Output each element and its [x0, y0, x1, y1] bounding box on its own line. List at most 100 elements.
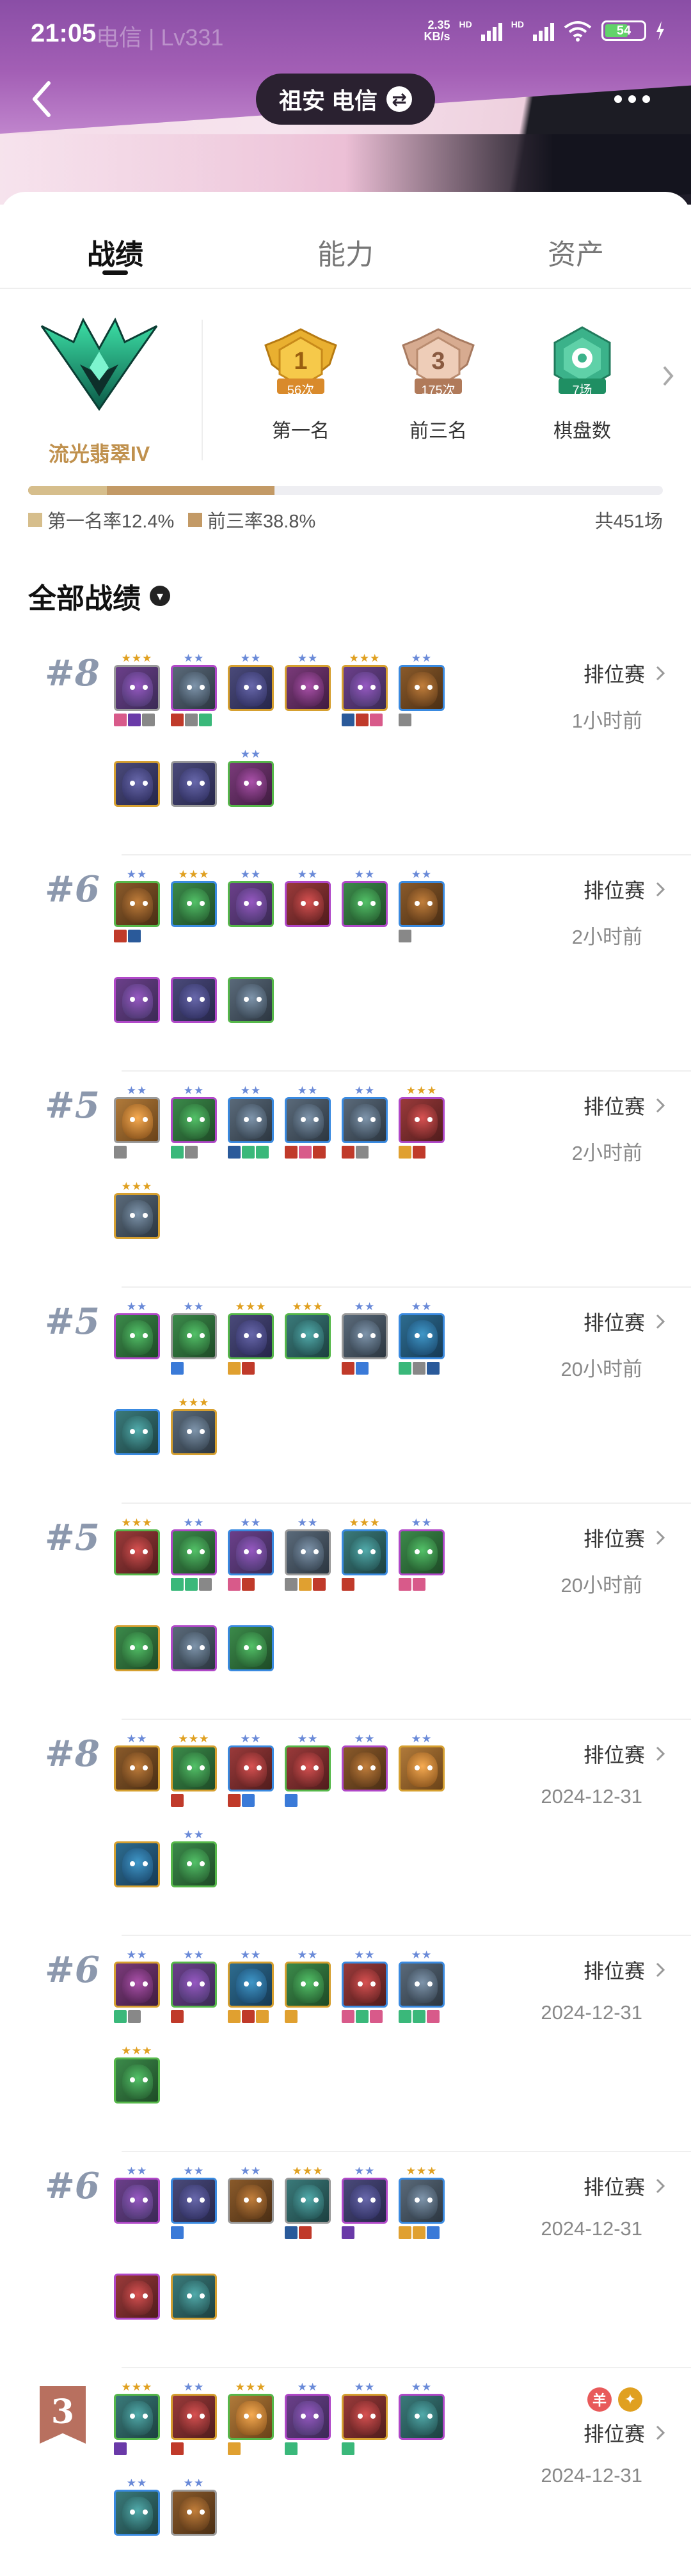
- champion-unit[interactable]: ★★: [285, 652, 331, 726]
- champion-unit[interactable]: ★★: [171, 1300, 217, 1375]
- champion-unit[interactable]: ★★: [114, 2165, 160, 2239]
- match-mode-label: 排位赛: [583, 2176, 645, 2199]
- champion-unit[interactable]: ★★★: [399, 2165, 445, 2239]
- back-icon[interactable]: [26, 77, 61, 121]
- champion-unit[interactable]: [171, 964, 217, 1038]
- champion-unit[interactable]: ★★: [114, 1733, 160, 1807]
- tab-assets[interactable]: 资产: [461, 217, 691, 281]
- match-row[interactable]: 3 ★★★ ★★ ★★★ ★★ ★★ ★★ ★★ ★★ 羊 ✦ 排位赛 2024…: [0, 2368, 691, 2576]
- champion-unit[interactable]: ★★: [285, 1084, 331, 1159]
- champion-unit[interactable]: ★★: [114, 2477, 160, 2551]
- champion-unit[interactable]: ★★: [399, 652, 445, 726]
- champion-unit[interactable]: ★★: [114, 1084, 160, 1159]
- champion-portrait: [171, 1962, 217, 2008]
- champion-unit[interactable]: ★★★: [114, 652, 160, 726]
- champion-unit[interactable]: ★★: [171, 1829, 217, 1903]
- champion-unit[interactable]: ★★: [399, 868, 445, 942]
- champion-unit[interactable]: ★★: [114, 1300, 160, 1375]
- champion-unit[interactable]: ★★: [171, 1949, 217, 2023]
- server-switch-button[interactable]: 祖安 电信 ⇄: [256, 74, 435, 125]
- champion-unit[interactable]: ★★: [228, 1949, 274, 2023]
- champion-unit[interactable]: ★★: [285, 868, 331, 942]
- champion-unit[interactable]: ★★: [342, 1733, 388, 1807]
- item-icons: [228, 1674, 274, 1687]
- match-row[interactable]: #6 ★★ ★★ ★★: [0, 2152, 691, 2368]
- all-records-filter[interactable]: 全部战绩 ▾: [28, 575, 170, 616]
- champion-unit[interactable]: ★★: [228, 1517, 274, 1591]
- champion-unit[interactable]: ★★★: [114, 2381, 160, 2455]
- champion-unit[interactable]: ★★★: [171, 1733, 217, 1807]
- star-level-icon: ★★★: [235, 2381, 267, 2393]
- champion-unit[interactable]: ★★★: [171, 1396, 217, 1471]
- champion-unit[interactable]: [114, 1396, 160, 1471]
- champion-unit[interactable]: ★★: [285, 2381, 331, 2455]
- champion-unit[interactable]: ★★★: [114, 1180, 160, 1254]
- match-time: 2024-12-31: [541, 2217, 642, 2240]
- champion-unit[interactable]: ★★: [399, 1949, 445, 2023]
- match-row[interactable]: #8 ★★ ★★★ ★★ ★★ ★★ ★★ ★★ 排位赛 2024-12-31: [0, 1720, 691, 1936]
- champion-unit[interactable]: ★★★: [114, 2045, 160, 2119]
- champion-unit[interactable]: ★★: [342, 1949, 388, 2023]
- stat-first-place[interactable]: 1 56次 第一名: [240, 320, 361, 443]
- champion-unit[interactable]: [171, 1612, 217, 1687]
- champion-unit[interactable]: ★★★: [342, 652, 388, 726]
- champion-unit[interactable]: ★★: [285, 1733, 331, 1807]
- match-row[interactable]: #5 ★★ ★★ ★★★ ★★★ ★★ ★★ ★★★ 排位赛 20小时前: [0, 1288, 691, 1504]
- champion-unit[interactable]: ★★: [285, 1517, 331, 1591]
- champion-unit[interactable]: ★★: [399, 1517, 445, 1591]
- champion-unit[interactable]: ★★: [114, 1949, 160, 2023]
- champion-unit[interactable]: ★★: [171, 2165, 217, 2239]
- champion-unit[interactable]: ★★: [171, 652, 217, 726]
- champion-unit[interactable]: ★★: [228, 1733, 274, 1807]
- champion-unit[interactable]: ★★: [399, 1300, 445, 1375]
- champion-unit[interactable]: [114, 964, 160, 1038]
- champion-unit[interactable]: ★★★: [114, 1517, 160, 1591]
- champion-unit[interactable]: [228, 1612, 274, 1687]
- tab-record[interactable]: 战绩: [0, 217, 230, 281]
- champion-unit[interactable]: ★★: [171, 1084, 217, 1159]
- champion-unit[interactable]: ★★: [228, 652, 274, 726]
- champion-unit[interactable]: ★★: [228, 2165, 274, 2239]
- match-mode: 排位赛: [541, 1955, 665, 1985]
- match-row[interactable]: #5 ★★ ★★ ★★ ★★ ★★ ★★★ ★★★ 排位赛 2小时前: [0, 1072, 691, 1288]
- match-row[interactable]: #6 ★★ ★★ ★★: [0, 1936, 691, 2152]
- champion-unit[interactable]: ★★: [114, 868, 160, 942]
- champion-unit[interactable]: [114, 748, 160, 822]
- champion-unit[interactable]: ★★: [342, 2165, 388, 2239]
- champion-unit[interactable]: ★★★: [285, 2165, 331, 2239]
- tab-ability[interactable]: 能力: [230, 217, 461, 281]
- champion-unit[interactable]: ★★: [228, 1084, 274, 1159]
- champion-unit[interactable]: ★★: [342, 868, 388, 942]
- match-row[interactable]: #6 ★★ ★★★ ★★ ★★ ★★ ★★ 排位赛 2小时前: [0, 855, 691, 1072]
- champion-unit[interactable]: ★★: [399, 2381, 445, 2455]
- match-row[interactable]: #5 ★★★ ★★ ★★ ★★ ★★★ ★★ 排位赛 20小时前: [0, 1504, 691, 1720]
- match-row[interactable]: #8 ★★★ ★★ ★★ ★★ ★★★ ★★ ★★ 排位赛 1小时前: [0, 639, 691, 855]
- champion-unit[interactable]: [114, 1612, 160, 1687]
- chevron-right-icon[interactable]: [660, 363, 676, 389]
- champion-unit[interactable]: ★★★: [342, 1517, 388, 1591]
- champion-unit[interactable]: ★★: [342, 2381, 388, 2455]
- champion-unit[interactable]: [171, 2261, 217, 2335]
- champion-unit[interactable]: ★★: [399, 1733, 445, 1807]
- champion-unit[interactable]: ★★: [228, 868, 274, 942]
- champion-portrait: [171, 2274, 217, 2320]
- more-menu-icon[interactable]: [614, 83, 659, 115]
- champion-unit[interactable]: ★★: [171, 2477, 217, 2551]
- champion-unit[interactable]: [171, 748, 217, 822]
- champion-unit[interactable]: ★★: [285, 1949, 331, 2023]
- champion-unit[interactable]: ★★★: [171, 868, 217, 942]
- champion-unit[interactable]: ★★: [171, 2381, 217, 2455]
- champion-unit[interactable]: ★★: [228, 748, 274, 822]
- champion-unit[interactable]: [114, 2261, 160, 2335]
- champion-unit[interactable]: [228, 964, 274, 1038]
- stat-boards[interactable]: 7场 棋盘数: [521, 320, 643, 443]
- champion-unit[interactable]: ★★★: [228, 1300, 274, 1375]
- champion-unit[interactable]: ★★: [171, 1517, 217, 1591]
- champion-unit[interactable]: ★★★: [399, 1084, 445, 1159]
- champion-unit[interactable]: [114, 1829, 160, 1903]
- champion-unit[interactable]: ★★★: [285, 1300, 331, 1375]
- champion-unit[interactable]: ★★: [342, 1084, 388, 1159]
- champion-unit[interactable]: ★★★: [228, 2381, 274, 2455]
- champion-unit[interactable]: ★★: [342, 1300, 388, 1375]
- stat-top-three[interactable]: 3 175次 前三名: [377, 320, 499, 443]
